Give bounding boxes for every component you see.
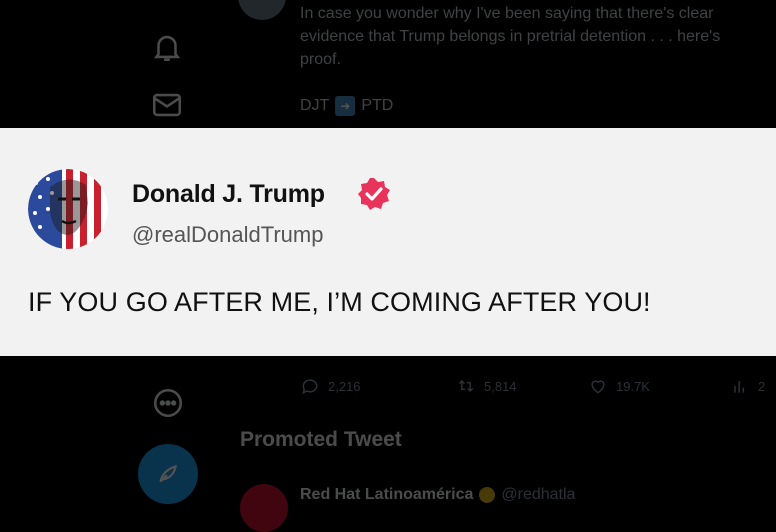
tag-left: DJT bbox=[300, 97, 330, 114]
tweet-author-avatar[interactable] bbox=[238, 0, 286, 20]
background-tweet-text: In case you wonder why I've been saying … bbox=[300, 5, 721, 68]
reply-count: 2,216 bbox=[328, 378, 361, 394]
advertiser-name[interactable]: Red Hat Latinoamérica bbox=[300, 486, 473, 504]
bell-icon[interactable] bbox=[150, 30, 184, 64]
user-handle[interactable]: @realDonaldTrump bbox=[132, 222, 323, 248]
reply-icon bbox=[302, 379, 318, 395]
advertiser-handle[interactable]: @redhatla bbox=[501, 486, 575, 504]
retweet-button[interactable]: 5,814 bbox=[456, 376, 517, 396]
compose-icon bbox=[159, 464, 177, 483]
views-count: 2 bbox=[758, 378, 766, 394]
like-button[interactable]: 19.7K bbox=[588, 376, 650, 396]
analytics-icon bbox=[734, 381, 745, 393]
advertiser-avatar[interactable] bbox=[240, 484, 288, 532]
heart-icon bbox=[591, 380, 605, 394]
verified-badge-icon bbox=[479, 487, 496, 503]
more-circle-icon[interactable] bbox=[151, 386, 185, 420]
tweet-text: IF YOU GO AFTER ME, I’M COMING AFTER YOU… bbox=[28, 287, 651, 317]
tweet-tags: DJT ➜ PTD bbox=[300, 96, 393, 116]
retweet-icon bbox=[458, 379, 474, 393]
profile-avatar[interactable] bbox=[28, 169, 108, 249]
mail-icon[interactable] bbox=[150, 88, 184, 122]
retweet-count: 5,814 bbox=[484, 378, 517, 394]
highlighted-tweet-card: Donald J. Trump @realDonaldTrump IF YOU … bbox=[0, 128, 776, 356]
views-button[interactable]: 2 bbox=[730, 376, 765, 396]
promoted-tweet-heading: Promoted Tweet bbox=[240, 428, 402, 451]
tag-right: PTD bbox=[361, 97, 394, 114]
advertiser-line: Red Hat Latinoamérica @redhatla bbox=[300, 486, 575, 504]
tweet-action-bar: 2,216 5,814 19.7K 2 bbox=[300, 376, 776, 398]
compose-button[interactable] bbox=[138, 444, 198, 504]
verified-badge-icon bbox=[356, 176, 392, 212]
like-count: 19.7K bbox=[616, 378, 650, 394]
reply-button[interactable]: 2,216 bbox=[300, 376, 361, 396]
display-name[interactable]: Donald J. Trump bbox=[132, 180, 325, 209]
arrow-right-icon: ➜ bbox=[335, 96, 356, 116]
